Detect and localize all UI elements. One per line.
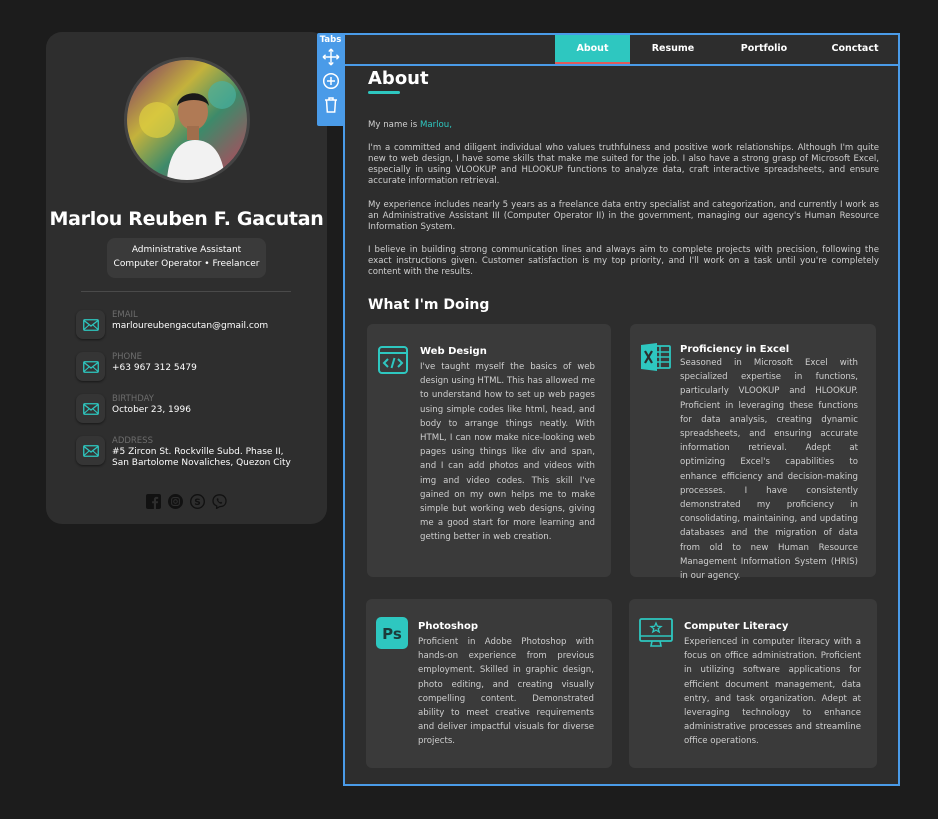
tab-portfolio[interactable]: Portfolio: [716, 35, 812, 64]
navbar: About Resume Portfolio Conctact: [345, 35, 898, 66]
service-title: Web Design: [420, 346, 487, 357]
svg-text:S: S: [194, 497, 200, 507]
social-links: S: [46, 493, 327, 509]
service-card: Computer Literacy Experienced in compute…: [629, 599, 877, 768]
service-card: Web Design I've taught myself the basics…: [367, 324, 611, 577]
role-title: Administrative Assistant: [131, 245, 242, 255]
move-icon[interactable]: [317, 45, 344, 69]
intro-prefix: My name is: [368, 120, 420, 130]
toolbar-label: Tabs: [319, 35, 342, 45]
service-text: Seasoned in Microsoft Excel with special…: [680, 358, 858, 582]
address-line: #5 Zircon St. Rockville Subd. Phase II,: [112, 447, 284, 457]
birthday-value: October 23, 1996: [112, 405, 191, 415]
phone-value[interactable]: +63 967 312 5479: [112, 363, 322, 374]
role-subtitle: Computer Operator • Freelancer: [113, 259, 260, 269]
service-title: Proficiency in Excel: [680, 344, 790, 355]
contact-label: ADDRESS: [112, 436, 153, 446]
section-title: What I'm Doing: [368, 297, 490, 313]
about-paragraph: I'm a committed and diligent individual …: [368, 143, 879, 186]
about-paragraph: I believe in building strong communicati…: [368, 245, 879, 277]
contact-label: BIRTHDAY: [112, 394, 154, 404]
tab-resume[interactable]: Resume: [630, 35, 716, 64]
contact-label: EMAIL: [112, 310, 138, 320]
nav-tabs: About Resume Portfolio Conctact: [555, 35, 898, 64]
profile-name: Marlou Reuben F. Gacutan: [49, 208, 324, 230]
service-title: Computer Literacy: [684, 621, 789, 632]
mail-icon: [76, 394, 105, 423]
divider: [81, 291, 291, 292]
svg-text:Ps: Ps: [382, 625, 402, 643]
main-panel: About Resume Portfolio Conctact About My…: [343, 33, 900, 786]
mail-icon: [76, 310, 105, 339]
add-icon[interactable]: [317, 69, 344, 93]
title-underline: [368, 91, 400, 94]
profile-sidebar: Marlou Reuben F. Gacutan Administrative …: [46, 32, 327, 524]
email-value[interactable]: marloureubengacutan@gmail.com: [112, 321, 322, 332]
contact-label: PHONE: [112, 352, 142, 362]
service-text: Experienced in computer literacy with a …: [684, 637, 861, 747]
monitor-icon: [639, 617, 673, 649]
about-paragraph: My experience includes nearly 5 years as…: [368, 200, 879, 232]
service-title: Photoshop: [418, 621, 479, 632]
tab-contact[interactable]: Conctact: [812, 35, 898, 64]
intro-name: Marlou,: [419, 120, 452, 130]
service-text: Proficient in Adobe Photoshop with hands…: [418, 637, 594, 747]
excel-icon: [640, 341, 672, 373]
mail-icon: [76, 352, 105, 381]
avatar: [124, 57, 250, 183]
photoshop-icon: Ps: [376, 617, 408, 649]
page-title: About: [368, 68, 429, 89]
instagram-icon[interactable]: [168, 493, 184, 509]
address-line: San Bartolome Novaliches, Quezon City: [112, 458, 291, 468]
service-card: Ps Photoshop Proficient in Adobe Photosh…: [366, 599, 612, 768]
intro-paragraph: My name is Marlou,: [368, 120, 879, 131]
address-value: #5 Zircon St. Rockville Subd. Phase II, …: [112, 447, 322, 469]
viber-icon[interactable]: [212, 493, 228, 509]
service-card: Proficiency in Excel Seasoned in Microso…: [630, 324, 876, 581]
code-window-icon: [377, 344, 409, 376]
tabs-editor-toolbar: Tabs: [317, 33, 344, 126]
skype-icon[interactable]: S: [190, 493, 206, 509]
mail-icon: [76, 436, 105, 465]
role-badge: Administrative Assistant Computer Operat…: [107, 238, 266, 278]
facebook-icon[interactable]: [146, 493, 162, 509]
tab-about[interactable]: About: [555, 35, 630, 64]
service-text: I've taught myself the basics of web des…: [420, 362, 595, 543]
delete-icon[interactable]: [317, 93, 344, 117]
